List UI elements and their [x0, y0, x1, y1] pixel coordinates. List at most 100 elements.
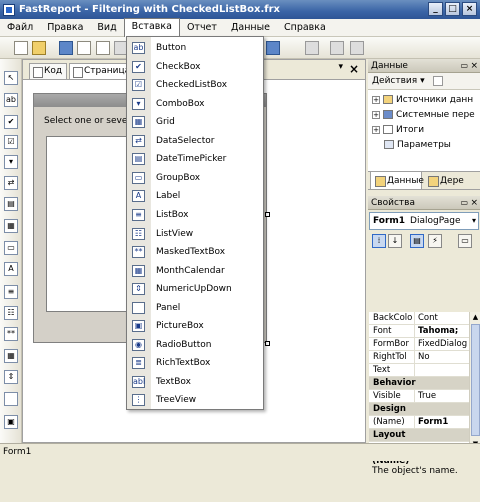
tree-item[interactable]: + Итоги: [372, 124, 424, 137]
property-row[interactable]: Text: [369, 364, 469, 377]
close-panel-icon[interactable]: ×: [470, 59, 478, 73]
picturebox-tool-icon[interactable]: ▣: [4, 415, 18, 429]
groupbox-tool-icon[interactable]: ▭: [4, 241, 18, 255]
button-tool-icon[interactable]: ab: [4, 93, 18, 107]
menu-item-button[interactable]: ab Button: [127, 39, 263, 57]
tab-tree[interactable]: Дере: [424, 172, 478, 190]
property-category[interactable]: Layout: [369, 429, 469, 442]
label-tool-icon[interactable]: A: [4, 262, 18, 276]
menu-item-grid[interactable]: ▦ Grid: [127, 113, 263, 131]
preview-icon[interactable]: [96, 41, 110, 55]
expand-icon[interactable]: +: [372, 125, 380, 134]
menu-item-listbox[interactable]: ≡ ListBox: [127, 206, 263, 224]
menu-item-maskedtextbox[interactable]: ** MaskedTextBox: [127, 243, 263, 261]
monthcalendar-tool-icon[interactable]: ▦: [4, 349, 18, 363]
print-icon[interactable]: [77, 41, 91, 55]
scroll-thumb[interactable]: [471, 324, 480, 436]
properties-icon[interactable]: ▤: [410, 234, 424, 248]
tabs-dropdown-icon[interactable]: ▾: [338, 62, 343, 72]
menu-item-radiobutton[interactable]: ◉ RadioButton: [127, 336, 263, 354]
property-category[interactable]: Design: [369, 403, 469, 416]
checkedlistbox-tool-icon[interactable]: ☑: [4, 135, 18, 149]
tree-item[interactable]: Параметры: [384, 139, 451, 152]
property-value[interactable]: True: [415, 390, 469, 402]
combobox-tool-icon[interactable]: ▾: [4, 155, 18, 169]
open-icon[interactable]: [32, 41, 46, 55]
menu-data[interactable]: Данные: [224, 19, 277, 37]
minimize-button[interactable]: _: [428, 2, 443, 16]
property-value[interactable]: FixedDialog: [415, 338, 469, 350]
redo-icon[interactable]: [305, 41, 319, 55]
menu-item-label[interactable]: A Label: [127, 187, 263, 205]
property-value[interactable]: [415, 364, 469, 376]
property-row[interactable]: FormBor FixedDialog: [369, 338, 469, 351]
menu-item-monthcalendar[interactable]: ▦ MonthCalendar: [127, 262, 263, 280]
property-value[interactable]: Tahoma;: [415, 325, 469, 337]
close-button[interactable]: ×: [462, 2, 477, 16]
menu-item-numericupdown[interactable]: ⇕ NumericUpDown: [127, 280, 263, 298]
property-value[interactable]: No: [415, 351, 469, 363]
expand-icon[interactable]: +: [372, 95, 380, 104]
menu-file[interactable]: Файл: [0, 19, 40, 37]
pointer-icon[interactable]: ↖: [4, 71, 18, 85]
listbox-tool-icon[interactable]: ≡: [4, 285, 18, 299]
property-scrollbar[interactable]: ▲ ▼: [469, 312, 480, 450]
resize-handle[interactable]: [265, 212, 270, 217]
menu-item-checkbox[interactable]: ✔ CheckBox: [127, 58, 263, 76]
menu-item-panel[interactable]: Panel: [127, 299, 263, 317]
resize-handle[interactable]: [265, 341, 270, 346]
numericupdown-tool-icon[interactable]: ⇕: [4, 370, 18, 384]
menu-item-listview[interactable]: ☷ ListView: [127, 225, 263, 243]
menu-item-checkedlistbox[interactable]: ☑ CheckedListBox: [127, 76, 263, 94]
listview-tool-icon[interactable]: ☷: [4, 306, 18, 320]
menu-item-datetimepicker[interactable]: ▤ DateTimePicker: [127, 150, 263, 168]
pin-icon[interactable]: ▭: [460, 59, 468, 73]
menu-report[interactable]: Отчет: [180, 19, 224, 37]
maximize-button[interactable]: □: [445, 2, 460, 16]
tree-item[interactable]: + Системные пере: [372, 109, 475, 122]
menu-item-combobox[interactable]: ▾ ComboBox: [127, 95, 263, 113]
close-panel-icon[interactable]: ×: [470, 196, 478, 210]
property-row[interactable]: BackColo Cont: [369, 312, 469, 325]
pin-icon[interactable]: ▭: [460, 196, 468, 210]
actions-dropdown[interactable]: Действия: [372, 76, 417, 86]
menu-item-dataselector[interactable]: ⇄ DataSelector: [127, 132, 263, 150]
object-selector[interactable]: Form1 DialogPage ▾: [369, 212, 479, 230]
menu-edit[interactable]: Правка: [40, 19, 90, 37]
property-value[interactable]: Form1: [415, 416, 469, 428]
checkbox-tool-icon[interactable]: ✔: [4, 115, 18, 129]
group-icon[interactable]: [330, 41, 344, 55]
expand-icon[interactable]: +: [372, 110, 380, 119]
save-icon[interactable]: [59, 41, 73, 55]
property-row[interactable]: Font Tahoma;: [369, 325, 469, 338]
chevron-down-icon[interactable]: ▾: [472, 213, 476, 229]
menu-item-richtextbox[interactable]: ≣ RichTextBox: [127, 354, 263, 372]
menu-insert[interactable]: Вставка: [123, 18, 180, 37]
property-value[interactable]: Cont: [415, 312, 469, 324]
menu-item-groupbox[interactable]: ▭ GroupBox: [127, 169, 263, 187]
grid-tool-icon[interactable]: ▦: [4, 219, 18, 233]
datetimepicker-tool-icon[interactable]: ▤: [4, 197, 18, 211]
tree-item[interactable]: + Источники данн: [372, 94, 473, 107]
menu-help[interactable]: Справка: [277, 19, 333, 37]
property-row[interactable]: (Name) Form1: [369, 416, 469, 429]
categorized-icon[interactable]: ⁞: [372, 234, 386, 248]
property-row[interactable]: RightTol No: [369, 351, 469, 364]
property-pages-icon[interactable]: ▭: [458, 234, 472, 248]
ungroup-icon[interactable]: [350, 41, 364, 55]
property-row[interactable]: Visible True: [369, 390, 469, 403]
tab-code[interactable]: Код: [29, 63, 68, 79]
close-document-icon[interactable]: ×: [349, 62, 359, 76]
new-icon[interactable]: [14, 41, 28, 55]
menu-item-treeview[interactable]: ⋮ TreeView: [127, 391, 263, 409]
panel-tool-icon[interactable]: [4, 392, 18, 406]
tab-data[interactable]: Данные: [370, 172, 424, 190]
alphabetical-icon[interactable]: ↓: [388, 234, 402, 248]
edit-icon[interactable]: [433, 75, 444, 86]
property-category[interactable]: Behavior: [369, 377, 469, 390]
undo-icon[interactable]: [266, 41, 280, 55]
menu-view[interactable]: Вид: [90, 19, 123, 37]
dataselector-tool-icon[interactable]: ⇄: [4, 176, 18, 190]
menu-item-textbox[interactable]: abl TextBox: [127, 373, 263, 391]
maskedtextbox-tool-icon[interactable]: **: [4, 327, 18, 341]
